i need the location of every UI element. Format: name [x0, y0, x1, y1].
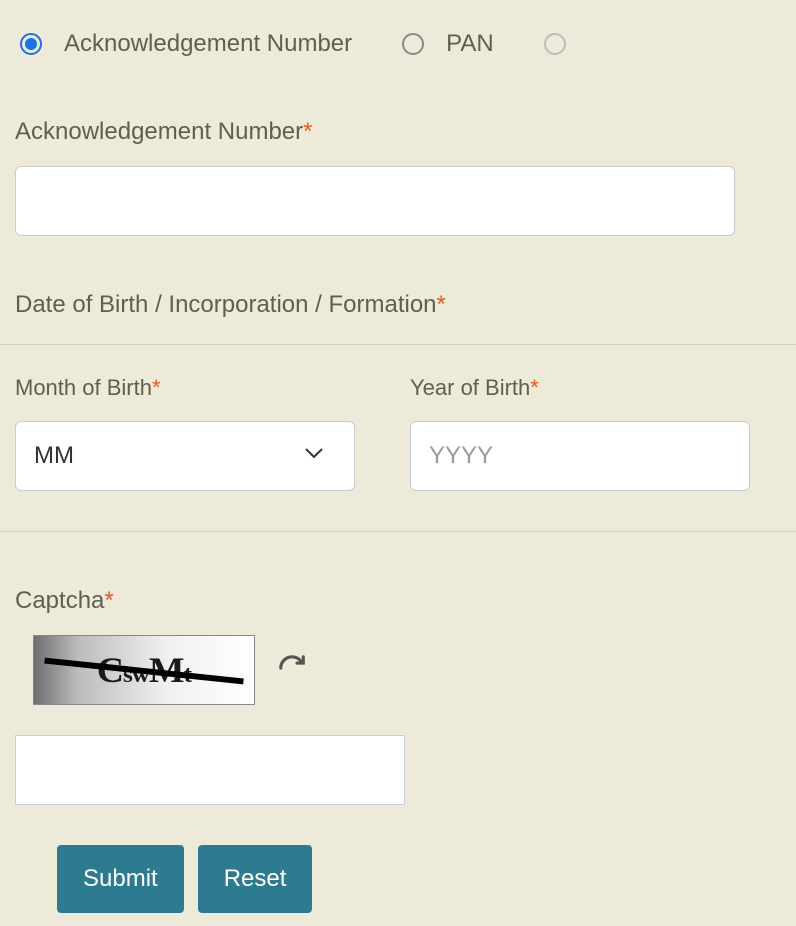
radio-icon — [20, 33, 42, 55]
ack-number-label: Acknowledgement Number* — [15, 118, 781, 146]
submit-button[interactable]: Submit — [57, 845, 184, 913]
radio-pan[interactable]: PAN — [402, 30, 494, 58]
month-of-birth-label: Month of Birth* — [15, 375, 355, 401]
reset-button[interactable]: Reset — [198, 845, 313, 913]
radio-icon — [544, 33, 566, 55]
dob-label: Date of Birth / Incorporation / Formatio… — [15, 291, 781, 319]
captcha-image: CSwMT — [33, 635, 255, 705]
dob-section: Month of Birth* MM Year of Birth* — [0, 344, 796, 532]
radio-icon — [402, 33, 424, 55]
month-select[interactable]: MM — [15, 421, 355, 491]
radio-label: Acknowledgement Number — [64, 30, 352, 58]
radio-label: PAN — [446, 30, 494, 58]
captcha-label: Captcha* — [15, 587, 781, 615]
radio-third-option[interactable] — [544, 33, 588, 55]
refresh-icon[interactable] — [277, 653, 307, 688]
radio-acknowledgement-number[interactable]: Acknowledgement Number — [20, 30, 352, 58]
search-mode-radio-group: Acknowledgement Number PAN — [15, 30, 781, 58]
ack-number-input[interactable] — [15, 166, 735, 236]
captcha-input[interactable] — [15, 735, 405, 805]
year-input[interactable] — [410, 421, 750, 491]
year-of-birth-label: Year of Birth* — [410, 375, 750, 401]
